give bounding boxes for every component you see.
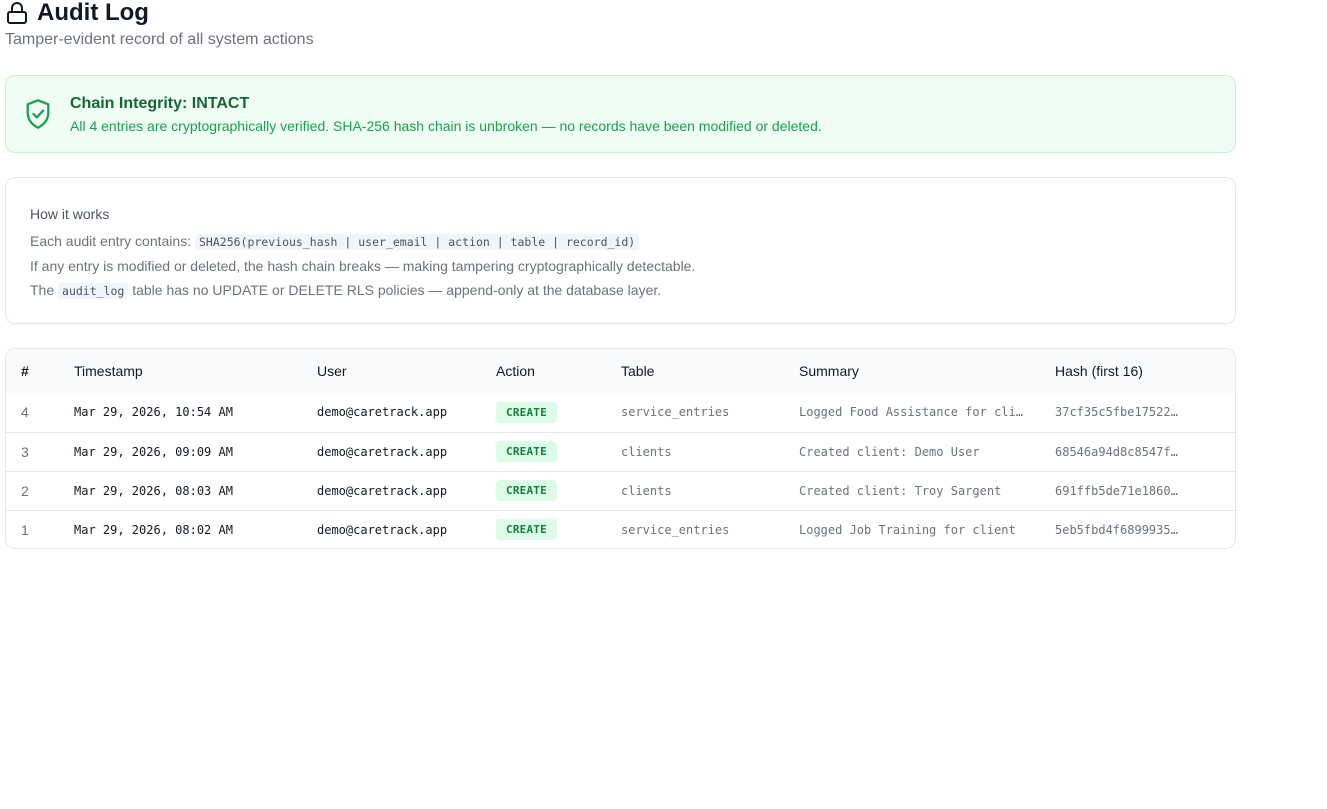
integrity-content: Chain Integrity: INTACT All 4 entries ar… (70, 94, 822, 135)
row-action-cell: CREATE (496, 393, 621, 432)
integrity-message: All 4 entries are cryptographically veri… (70, 117, 822, 134)
column-header-table: Table (621, 363, 655, 379)
row-number: 2 (21, 482, 29, 499)
row-hash: 37cf35c5fbe17522… (1055, 405, 1178, 420)
row-summary: Created client: Troy Sargent (799, 483, 1002, 498)
lock-icon (7, 2, 27, 24)
row-action-cell: CREATE (496, 471, 621, 510)
row-summary-cell: Created client: Troy Sargent (799, 471, 1055, 510)
row-number: 4 (21, 404, 29, 421)
shield-check-icon (26, 99, 50, 129)
table-header: # Timestamp User Action Table Summary Ha… (6, 349, 1235, 393)
page-title: Audit Log (37, 0, 149, 26)
audit-log-page: Audit Log Tamper-evident record of all s… (0, 0, 1327, 809)
row-timestamp: Mar 29, 2026, 10:54 AM (74, 405, 233, 420)
action-badge: CREATE (496, 480, 557, 501)
table-header-row: # Timestamp User Action Table Summary Ha… (6, 349, 1235, 393)
table-row: 3 Mar 29, 2026, 09:09 AM demo@caretrack.… (6, 432, 1235, 471)
row-summary: Logged Food Assistance for client (799, 405, 1025, 420)
row-number: 1 (21, 521, 29, 538)
action-badge: CREATE (496, 401, 557, 423)
how-it-works-title: How it works (30, 206, 110, 222)
row-timestamp: Mar 29, 2026, 09:09 AM (74, 444, 233, 459)
row-hash: 5eb5fbd4f6899935… (1055, 522, 1178, 537)
row-timestamp: Mar 29, 2026, 08:02 AM (74, 522, 233, 537)
audit-log-table: # Timestamp User Action Table Summary Ha… (6, 349, 1235, 548)
column-header-action: Action (496, 363, 535, 379)
page-subtitle: Tamper-evident record of all system acti… (5, 31, 314, 48)
how-line-append-only: The audit_log table has no UPDATE or DEL… (30, 281, 1235, 300)
column-header-number: # (21, 363, 29, 379)
audit-log-table-code: audit_log (58, 283, 129, 299)
row-user: demo@caretrack.app (317, 444, 448, 459)
page-header: Audit Log Tamper-evident record of all s… (5, 0, 314, 49)
row-table: service_entries (621, 522, 730, 537)
action-badge: CREATE (496, 519, 557, 541)
column-header-timestamp: Timestamp (74, 363, 143, 379)
row-table: clients (621, 483, 672, 498)
row-table: service_entries (621, 405, 730, 420)
hash-formula-code: SHA256(previous_hash | user_email | acti… (195, 234, 640, 250)
row-user: demo@caretrack.app (317, 483, 448, 498)
how-line-3-prefix: The (30, 282, 59, 298)
integrity-title: Chain Integrity: INTACT (70, 94, 250, 112)
action-badge: CREATE (496, 441, 557, 462)
row-number: 3 (21, 443, 29, 460)
how-it-works-card: How it works Each audit entry contains: … (5, 177, 1236, 324)
row-summary: Logged Job Training for client (799, 522, 1016, 537)
row-action-cell: CREATE (496, 510, 621, 548)
table-row: 1 Mar 29, 2026, 08:02 AM demo@caretrack.… (6, 510, 1235, 548)
how-line-3-suffix: table has no UPDATE or DELETE RLS polici… (128, 282, 662, 298)
table-row: 4 Mar 29, 2026, 10:54 AM demo@caretrack.… (6, 393, 1235, 432)
row-timestamp: Mar 29, 2026, 08:03 AM (74, 483, 233, 498)
column-header-user: User (317, 363, 347, 379)
column-header-hash: Hash (first 16) (1055, 363, 1143, 379)
row-table: clients (621, 444, 672, 459)
audit-log-table-card: # Timestamp User Action Table Summary Ha… (5, 348, 1236, 549)
row-summary-cell: Logged Food Assistance for client (799, 393, 1055, 432)
row-hash: 68546a94d8c8547f… (1055, 444, 1178, 459)
column-header-summary: Summary (799, 363, 859, 379)
row-summary-cell: Logged Job Training for client (799, 510, 1055, 548)
row-hash-cell: 5eb5fbd4f6899935… (1055, 510, 1235, 548)
row-hash: 691ffb5de71e1860… (1055, 483, 1178, 498)
how-line-tamper: If any entry is modified or deleted, the… (30, 258, 696, 274)
chain-integrity-banner: Chain Integrity: INTACT All 4 entries ar… (5, 75, 1236, 153)
table-body: 4 Mar 29, 2026, 10:54 AM demo@caretrack.… (6, 393, 1235, 548)
title-row: Audit Log (5, 0, 314, 26)
table-row: 2 Mar 29, 2026, 08:03 AM demo@caretrack.… (6, 471, 1235, 510)
row-action-cell: CREATE (496, 432, 621, 471)
how-line-hash-formula: Each audit entry contains: SHA256(previo… (30, 232, 1235, 251)
how-line-1-text: Each audit entry contains: (30, 233, 195, 249)
row-user: demo@caretrack.app (317, 405, 448, 420)
row-user: demo@caretrack.app (317, 522, 448, 537)
row-summary-cell: Created client: Demo User (799, 432, 1055, 471)
row-hash-cell: 68546a94d8c8547f… (1055, 432, 1235, 471)
row-summary: Created client: Demo User (799, 444, 980, 459)
row-hash-cell: 37cf35c5fbe17522… (1055, 393, 1235, 432)
row-hash-cell: 691ffb5de71e1860… (1055, 471, 1235, 510)
